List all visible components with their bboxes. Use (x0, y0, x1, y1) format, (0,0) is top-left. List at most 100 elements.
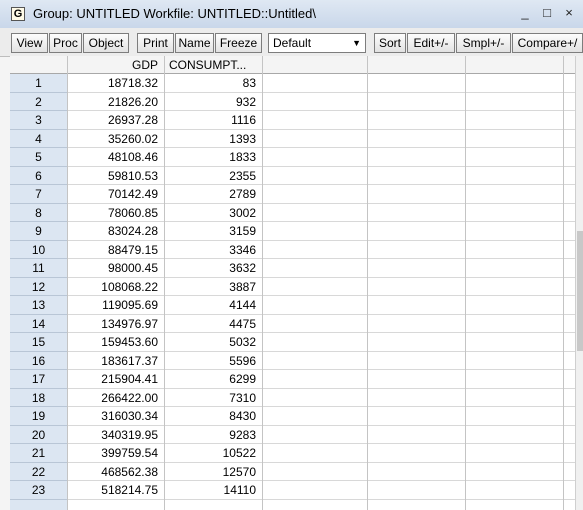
gdp-cell[interactable]: 119095.69 (67, 296, 164, 314)
gdp-cell[interactable]: 518214.75 (67, 481, 164, 499)
gdp-cell[interactable]: 83024.28 (67, 222, 164, 240)
consumption-cell[interactable]: 83 (165, 74, 262, 92)
window-title: Group: UNTITLED Workfile: UNTITLED::Unti… (33, 6, 316, 21)
title-bar: G Group: UNTITLED Workfile: UNTITLED::Un… (0, 0, 583, 29)
consumption-cell[interactable]: 14110 (165, 481, 262, 499)
compare-button[interactable]: Compare+/ (512, 33, 583, 53)
gdp-cell[interactable]: 48108.46 (67, 148, 164, 166)
row-number[interactable]: 21 (10, 444, 67, 463)
gdp-cell[interactable]: 21826.20 (67, 93, 164, 111)
row-number[interactable]: 16 (10, 351, 67, 370)
gdp-cell[interactable]: 399759.54 (67, 444, 164, 462)
toolbar: View Proc Object Print Name Freeze Defau… (0, 28, 583, 57)
dropdown-value: Default (273, 36, 312, 50)
smpl-button[interactable]: Smpl+/- (456, 33, 511, 53)
consumption-cell[interactable]: 8430 (165, 407, 262, 425)
row-number[interactable]: 12 (10, 277, 67, 296)
row-number[interactable]: 17 (10, 370, 67, 389)
consumption-cell[interactable]: 7310 (165, 389, 262, 407)
consumption-cell[interactable]: 3887 (165, 278, 262, 296)
gdp-cell[interactable]: 134976.97 (67, 315, 164, 333)
minimize-button[interactable]: _ (514, 4, 536, 22)
proc-button[interactable]: Proc (49, 33, 82, 53)
gdp-cell[interactable]: 98000.45 (67, 259, 164, 277)
row-number[interactable]: 23 (10, 481, 67, 500)
row-number[interactable]: 9 (10, 222, 67, 241)
consumption-cell[interactable]: 4475 (165, 315, 262, 333)
gdp-cell[interactable]: 88479.15 (67, 241, 164, 259)
display-format-dropdown[interactable]: Default ▼ (268, 33, 366, 53)
consumption-cell[interactable]: 5032 (165, 333, 262, 351)
dropdown-arrow-icon: ▼ (352, 38, 361, 48)
gdp-cell[interactable]: 26937.28 (67, 111, 164, 129)
consumption-cell[interactable]: 1393 (165, 130, 262, 148)
consumption-cell[interactable]: 3632 (165, 259, 262, 277)
consumption-cell[interactable]: 12570 (165, 463, 262, 481)
group-icon: G (11, 7, 25, 21)
view-button[interactable]: View (11, 33, 48, 53)
row-number[interactable]: 2 (10, 92, 67, 111)
gdp-cell[interactable]: 78060.85 (67, 204, 164, 222)
row-number[interactable] (10, 499, 67, 510)
print-button[interactable]: Print (137, 33, 174, 53)
gdp-cell[interactable]: 316030.34 (67, 407, 164, 425)
row-number[interactable]: 8 (10, 203, 67, 222)
consumption-cell[interactable]: 1116 (165, 111, 262, 129)
gdp-cell[interactable]: 35260.02 (67, 130, 164, 148)
row-number[interactable]: 10 (10, 240, 67, 259)
gdp-cell[interactable]: 183617.37 (67, 352, 164, 370)
vertical-scrollbar[interactable] (575, 56, 583, 510)
gdp-cell[interactable]: 108068.22 (67, 278, 164, 296)
gdp-cell[interactable]: 18718.32 (67, 74, 164, 92)
row-number[interactable]: 22 (10, 462, 67, 481)
consumption-cell[interactable]: 932 (165, 93, 262, 111)
consumption-cell[interactable]: 1833 (165, 148, 262, 166)
row-number[interactable]: 15 (10, 333, 67, 352)
row-number[interactable]: 20 (10, 425, 67, 444)
column-separator (262, 56, 263, 510)
column-separator (164, 56, 165, 510)
consumption-cell[interactable]: 3346 (165, 241, 262, 259)
row-number[interactable]: 11 (10, 259, 67, 278)
gdp-cell[interactable]: 215904.41 (67, 370, 164, 388)
column-header-consumption[interactable]: CONSUMPT... (165, 56, 262, 74)
row-number[interactable]: 14 (10, 314, 67, 333)
scrollbar-thumb[interactable] (577, 231, 583, 351)
object-button[interactable]: Object (83, 33, 129, 53)
consumption-cell[interactable]: 6299 (165, 370, 262, 388)
row-number[interactable]: 5 (10, 148, 67, 167)
row-number[interactable]: 4 (10, 129, 67, 148)
column-separator (563, 56, 564, 510)
consumption-cell[interactable]: 2789 (165, 185, 262, 203)
column-header-row: GDP CONSUMPT... (10, 56, 575, 74)
sort-button[interactable]: Sort (374, 33, 406, 53)
consumption-cell[interactable]: 3002 (165, 204, 262, 222)
gdp-cell[interactable]: 468562.38 (67, 463, 164, 481)
edit-button[interactable]: Edit+/- (407, 33, 455, 53)
maximize-button[interactable]: □ (536, 4, 558, 22)
consumption-cell[interactable]: 9283 (165, 426, 262, 444)
close-button[interactable]: × (558, 4, 580, 22)
row-number[interactable]: 3 (10, 111, 67, 130)
row-number[interactable]: 19 (10, 407, 67, 426)
consumption-cell[interactable]: 5596 (165, 352, 262, 370)
column-header-gdp[interactable]: GDP (67, 56, 164, 74)
consumption-cell[interactable]: 3159 (165, 222, 262, 240)
name-button[interactable]: Name (175, 33, 214, 53)
spreadsheet-grid[interactable]: GDP CONSUMPT... 1 18718.32 83 2 21826.20 932 3… (10, 56, 575, 510)
row-number[interactable]: 1 (10, 74, 67, 93)
gdp-cell[interactable]: 266422.00 (67, 389, 164, 407)
row-number[interactable]: 6 (10, 166, 67, 185)
gdp-cell[interactable]: 70142.49 (67, 185, 164, 203)
gdp-cell[interactable]: 340319.95 (67, 426, 164, 444)
row-number[interactable]: 7 (10, 185, 67, 204)
freeze-button[interactable]: Freeze (215, 33, 262, 53)
column-separator (367, 56, 368, 510)
consumption-cell[interactable]: 10522 (165, 444, 262, 462)
gdp-cell[interactable]: 59810.53 (67, 167, 164, 185)
row-number[interactable]: 13 (10, 296, 67, 315)
consumption-cell[interactable]: 4144 (165, 296, 262, 314)
gdp-cell[interactable]: 159453.60 (67, 333, 164, 351)
row-number[interactable]: 18 (10, 388, 67, 407)
consumption-cell[interactable]: 2355 (165, 167, 262, 185)
